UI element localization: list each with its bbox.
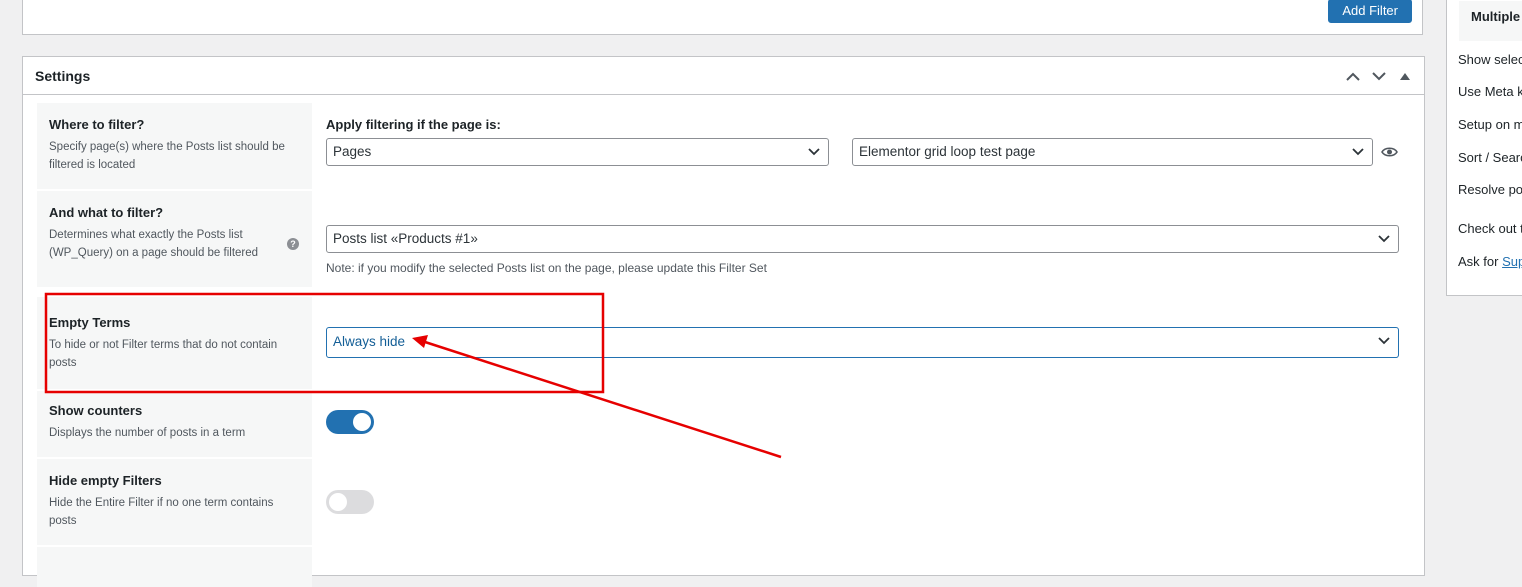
sidebar-item[interactable]: Check out t (1458, 221, 1522, 236)
page-select[interactable]: Elementor grid loop test page (852, 138, 1373, 166)
page-type-select[interactable]: Pages (326, 138, 829, 166)
hide-empty-desc: Hide the Entire Filter if no one term co… (49, 497, 274, 527)
where-desc: Specify page(s) where the Posts list sho… (49, 141, 285, 171)
sidebar-item[interactable]: Use Meta k (1458, 84, 1522, 99)
what-to-filter-row: And what to filter? Determines what exac… (37, 191, 1413, 287)
empty-terms-desc: To hide or not Filter terms that do not … (49, 339, 278, 369)
sidebar-heading: Multiple (1459, 1, 1522, 41)
empty-terms-value: Always hide (333, 334, 406, 349)
show-counters-toggle[interactable] (326, 410, 374, 434)
show-counters-desc: Displays the number of posts in a term (49, 427, 246, 439)
dropdown-chevron-icon (1378, 226, 1390, 243)
support-link[interactable]: Sup (1502, 254, 1522, 269)
sidebar-item[interactable]: Resolve pop (1458, 182, 1522, 197)
chevron-down-icon[interactable] (1368, 66, 1390, 86)
settings-panel: Settings Where to filter? Specify page(s… (22, 56, 1425, 587)
settings-title: Settings (35, 68, 91, 84)
hide-empty-filters-row: Hide empty Filters Hide the Entire Filte… (37, 459, 1413, 545)
apply-filtering-label: Apply filtering if the page is: (326, 117, 501, 132)
show-counters-title: Show counters (49, 403, 143, 418)
show-counters-row: Show counters Displays the number of pos… (37, 391, 1413, 457)
settings-header: Settings (23, 57, 1424, 95)
posts-list-value: Posts list «Products #1» (333, 231, 478, 246)
where-title: Where to filter? (49, 117, 145, 132)
where-to-filter-row: Where to filter? Specify page(s) where t… (37, 103, 1413, 189)
empty-terms-select[interactable]: Always hide (326, 327, 1399, 358)
empty-terms-title: Empty Terms (49, 315, 131, 330)
next-settings-row (37, 547, 1413, 587)
chevron-up-icon[interactable] (1342, 66, 1364, 86)
page-type-value: Pages (333, 144, 372, 159)
posts-list-note: Note: if you modify the selected Posts l… (326, 261, 767, 275)
eye-icon[interactable] (1381, 145, 1398, 163)
what-desc: Determines what exactly the Posts list (… (49, 229, 259, 259)
dropdown-chevron-icon (808, 139, 820, 156)
hide-empty-toggle[interactable] (326, 490, 374, 514)
help-icon[interactable]: ? (287, 238, 299, 250)
sidebar-item[interactable]: Show selec (1458, 52, 1522, 67)
sidebar-heading-text: Multiple (1471, 9, 1521, 24)
sidebar-item[interactable]: Sort / Searc (1458, 150, 1522, 165)
empty-terms-row: Empty Terms To hide or not Filter terms … (37, 297, 1413, 389)
add-filter-button[interactable]: Add Filter (1328, 0, 1412, 23)
sidebar-item[interactable]: Setup on m (1458, 117, 1522, 132)
hide-empty-title: Hide empty Filters (49, 473, 162, 488)
dropdown-chevron-icon (1378, 328, 1390, 345)
sidebar-ask-prefix: Ask for (1458, 254, 1503, 269)
posts-list-select[interactable]: Posts list «Products #1» (326, 225, 1399, 253)
what-title: And what to filter? (49, 205, 164, 220)
dropdown-chevron-icon (1352, 139, 1364, 156)
sidebar-ask: Ask for Sup (1458, 254, 1522, 269)
page-value: Elementor grid loop test page (859, 144, 1036, 159)
triangle-up-icon[interactable] (1394, 66, 1416, 86)
help-sidebar: Multiple Show selec Use Meta k Setup on … (1446, 0, 1522, 296)
filters-panel: Add Filter (22, 0, 1423, 35)
